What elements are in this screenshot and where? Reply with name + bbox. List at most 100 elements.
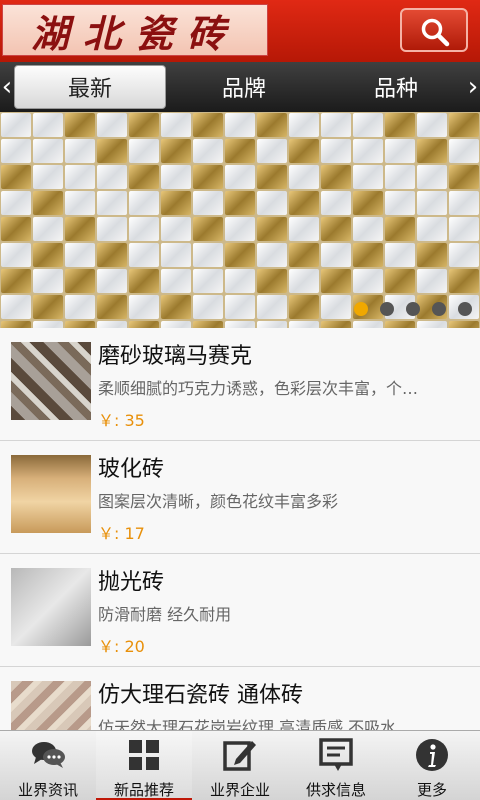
tabs-left-arrow-icon[interactable]: ‹ bbox=[0, 62, 14, 112]
mosaic-tile bbox=[321, 217, 351, 241]
mosaic-tile bbox=[385, 269, 415, 293]
tab-variety[interactable]: 品种 bbox=[320, 65, 472, 109]
list-item[interactable]: 抛光砖 防滑耐磨 经久耐用 ￥: 20 bbox=[0, 554, 480, 667]
mosaic-tile bbox=[257, 217, 287, 241]
mosaic-tile bbox=[1, 113, 31, 137]
mosaic-tile bbox=[257, 295, 287, 319]
grid-icon bbox=[129, 740, 159, 770]
tab-latest[interactable]: 最新 bbox=[14, 65, 166, 109]
category-tabs: ‹ 最新 品牌 品种 › bbox=[0, 62, 480, 112]
search-icon bbox=[421, 18, 450, 47]
nav-label: 业界企业 bbox=[209, 781, 270, 799]
mosaic-tile bbox=[97, 139, 127, 163]
banner-carousel[interactable] bbox=[0, 112, 480, 328]
mosaic-tile bbox=[65, 295, 95, 319]
mosaic-tile bbox=[129, 113, 159, 137]
mosaic-tile bbox=[161, 191, 191, 215]
mosaic-tile bbox=[321, 295, 351, 319]
mosaic-tile bbox=[65, 165, 95, 189]
mosaic-tile bbox=[417, 217, 447, 241]
mosaic-tile bbox=[225, 269, 255, 293]
mosaic-tile bbox=[321, 139, 351, 163]
mosaic-tile bbox=[385, 243, 415, 267]
mosaic-tile bbox=[353, 165, 383, 189]
mosaic-tile bbox=[193, 113, 223, 137]
tab-brand[interactable]: 品牌 bbox=[168, 65, 320, 109]
mosaic-tile bbox=[1, 165, 31, 189]
nav-label: 供求信息 bbox=[305, 781, 366, 799]
product-price: ￥: 17 bbox=[98, 524, 145, 543]
mosaic-tile bbox=[321, 269, 351, 293]
mosaic-tile bbox=[129, 321, 159, 328]
mosaic-tile bbox=[385, 321, 415, 328]
mosaic-tile bbox=[97, 243, 127, 267]
mosaic-tile bbox=[129, 139, 159, 163]
mosaic-tile bbox=[417, 165, 447, 189]
mosaic-tile bbox=[385, 165, 415, 189]
mosaic-tile bbox=[193, 321, 223, 328]
mosaic-tile bbox=[33, 139, 63, 163]
mosaic-tile bbox=[449, 165, 479, 189]
product-title: 玻化砖 bbox=[98, 457, 165, 482]
mosaic-tile bbox=[289, 243, 319, 267]
nav-label: 更多 bbox=[416, 781, 447, 799]
nav-label: 新品推荐 bbox=[113, 781, 174, 799]
mosaic-tile bbox=[161, 321, 191, 328]
mosaic-tile bbox=[129, 243, 159, 267]
product-thumbnail bbox=[11, 342, 91, 420]
mosaic-tile bbox=[1, 321, 31, 328]
logo-text: 湖北瓷砖 bbox=[30, 10, 239, 56]
mosaic-tile bbox=[225, 321, 255, 328]
carousel-dot bbox=[458, 302, 472, 316]
mosaic-tile bbox=[417, 243, 447, 267]
nav-more[interactable]: 更多 bbox=[384, 731, 480, 800]
product-description: 柔顺细腻的巧克力诱惑，色彩层次丰富，个… bbox=[98, 379, 419, 398]
mosaic-tile bbox=[33, 217, 63, 241]
nav-new-products[interactable]: 新品推荐 bbox=[96, 731, 192, 800]
mosaic-tile bbox=[289, 191, 319, 215]
mosaic-tile bbox=[33, 191, 63, 215]
mosaic-tile bbox=[385, 113, 415, 137]
list-item[interactable]: 仿大理石瓷砖 通体砖 仿天然大理石花岗岩纹理 高清质感 不吸水 bbox=[0, 667, 480, 730]
nav-supply-demand[interactable]: 供求信息 bbox=[288, 731, 384, 800]
mosaic-tile bbox=[225, 113, 255, 137]
product-thumbnail bbox=[11, 568, 91, 646]
mosaic-tile bbox=[225, 191, 255, 215]
edit-icon bbox=[223, 741, 256, 771]
product-title: 磨砂玻璃马赛克 bbox=[98, 344, 253, 369]
mosaic-tile bbox=[33, 269, 63, 293]
product-title: 仿大理石瓷砖 通体砖 bbox=[98, 683, 303, 708]
list-item[interactable]: 磨砂玻璃马赛克 柔顺细腻的巧克力诱惑，色彩层次丰富，个… ￥: 35 bbox=[0, 328, 480, 441]
mosaic-tile bbox=[353, 113, 383, 137]
nav-industry-news[interactable]: 业界资讯 bbox=[0, 731, 96, 800]
mosaic-tile bbox=[449, 217, 479, 241]
message-box-icon bbox=[319, 738, 353, 771]
mosaic-tile bbox=[257, 321, 287, 328]
mosaic-tile bbox=[353, 191, 383, 215]
mosaic-tile bbox=[257, 191, 287, 215]
tabs-right-arrow-icon[interactable]: › bbox=[466, 62, 480, 112]
carousel-indicator bbox=[354, 302, 474, 318]
mosaic-tile bbox=[1, 191, 31, 215]
nav-industry-enterprises[interactable]: 业界企业 bbox=[192, 731, 288, 800]
product-thumbnail bbox=[11, 681, 91, 730]
mosaic-tile bbox=[1, 295, 31, 319]
mosaic-tile bbox=[193, 243, 223, 267]
search-button[interactable] bbox=[400, 8, 468, 52]
bottom-navigation: 业界资讯 新品推荐 业界企业 供求信息 更多 bbox=[0, 730, 480, 800]
mosaic-tile bbox=[353, 139, 383, 163]
mosaic-tile bbox=[225, 217, 255, 241]
mosaic-tile bbox=[129, 295, 159, 319]
mosaic-tile bbox=[65, 113, 95, 137]
mosaic-tile bbox=[353, 243, 383, 267]
mosaic-tile bbox=[289, 269, 319, 293]
mosaic-tile bbox=[353, 321, 383, 328]
mosaic-tile bbox=[161, 165, 191, 189]
mosaic-tile bbox=[65, 139, 95, 163]
mosaic-tile bbox=[289, 321, 319, 328]
mosaic-tile bbox=[257, 243, 287, 267]
mosaic-tile bbox=[385, 191, 415, 215]
mosaic-tile bbox=[33, 165, 63, 189]
list-item[interactable]: 玻化砖 图案层次清晰，颜色花纹丰富多彩 ￥: 17 bbox=[0, 441, 480, 554]
mosaic-tile bbox=[321, 243, 351, 267]
